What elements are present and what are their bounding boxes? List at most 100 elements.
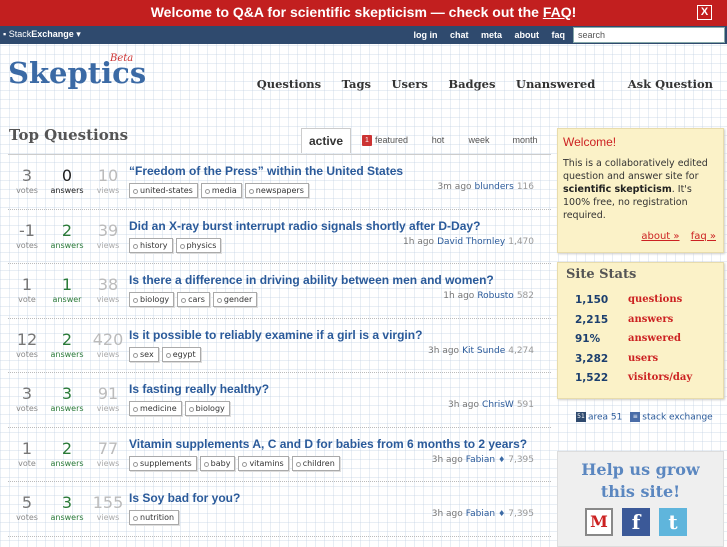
view-label: views: [96, 404, 120, 413]
tag[interactable]: vitamins: [238, 455, 289, 471]
question-title-link[interactable]: Is Soy bad for you?: [129, 491, 240, 505]
tag[interactable]: cars: [177, 292, 210, 307]
faq-link[interactable]: faq: [552, 30, 566, 40]
tag[interactable]: biology: [129, 292, 175, 307]
tab-featured[interactable]: 1 featured: [358, 128, 412, 152]
tab-month[interactable]: month: [509, 128, 541, 152]
question-title-link[interactable]: Is it possible to reliably examine if a …: [129, 328, 422, 342]
login-link[interactable]: log in: [413, 30, 437, 40]
nav-tags[interactable]: Tags: [342, 77, 371, 91]
moderator-diamond-icon: ♦: [498, 509, 506, 518]
tab-week[interactable]: week: [464, 128, 494, 152]
nav-badges[interactable]: Badges: [448, 77, 495, 91]
tag-list: supplements baby vitamins children: [129, 455, 343, 471]
stat-label[interactable]: answered: [628, 333, 681, 344]
answer-number: 1: [61, 275, 73, 294]
question-time[interactable]: 3h ago: [432, 509, 463, 519]
ask-question-button[interactable]: Ask Question: [628, 77, 713, 91]
question-time[interactable]: 1h ago: [443, 291, 474, 301]
tag[interactable]: history: [129, 237, 173, 253]
vote-number: 3: [21, 166, 33, 185]
brand-bold: Exchange: [31, 29, 74, 39]
question-title-link[interactable]: Is there a difference in driving ability…: [129, 273, 494, 287]
stackexchange-icon: ≡: [630, 412, 641, 422]
tag[interactable]: gender: [212, 292, 258, 307]
question-title-link[interactable]: Did an X-ray burst interrupt radio signa…: [129, 219, 480, 233]
user-link[interactable]: David Thornley: [437, 237, 505, 247]
tag-list: history physics: [129, 237, 224, 253]
stackexchange-menu[interactable]: ▪ StackExchange ▾: [3, 29, 81, 40]
question-title-link[interactable]: “Freedom of the Press” within the United…: [129, 164, 403, 178]
tag[interactable]: biology: [184, 401, 230, 416]
moderator-diamond-icon: ♦: [498, 454, 506, 464]
about-link[interactable]: about: [515, 30, 540, 40]
user-reputation: 7,395: [508, 454, 534, 465]
meta-link[interactable]: meta: [481, 30, 502, 40]
user-link[interactable]: Fabian: [466, 509, 495, 519]
user-link[interactable]: Robusto: [477, 291, 514, 301]
question-title-link[interactable]: Vitamin supplements A, C and D for babie…: [129, 437, 527, 451]
question-time[interactable]: 3h ago: [428, 346, 459, 356]
stat-label[interactable]: questions: [628, 294, 682, 305]
vote-number: 12: [16, 329, 38, 349]
search-input[interactable]: search: [573, 27, 725, 43]
nav-questions[interactable]: Questions: [257, 77, 321, 91]
stackexchange-link[interactable]: stack exchange: [642, 413, 712, 423]
faq-sidebar-link[interactable]: faq »: [691, 231, 716, 242]
tag[interactable]: supplements: [129, 455, 197, 471]
tag[interactable]: physics: [175, 237, 222, 253]
top-links: log in chat meta about faq: [404, 28, 565, 41]
chat-link[interactable]: chat: [450, 30, 469, 40]
close-icon[interactable]: X: [697, 5, 712, 20]
question-time[interactable]: 3m ago: [437, 182, 471, 192]
user-link[interactable]: blunders: [475, 182, 514, 192]
tag[interactable]: sex: [129, 346, 159, 362]
tag[interactable]: media: [200, 183, 242, 198]
user-reputation: 582: [516, 291, 534, 301]
notify-faq-link[interactable]: FAQ: [543, 4, 572, 20]
question-time[interactable]: 1h ago: [403, 237, 434, 247]
nav-users[interactable]: Users: [392, 77, 428, 91]
stat-label[interactable]: answers: [628, 314, 673, 325]
nav-unanswered[interactable]: Unanswered: [516, 77, 595, 91]
question-time[interactable]: 3h ago: [448, 400, 479, 410]
question-title-link[interactable]: Is fasting really healthy?: [129, 382, 269, 396]
question-meta: 3h ago ChrisW 591: [448, 400, 534, 410]
tab-active[interactable]: active: [301, 128, 351, 153]
user-link[interactable]: ChrisW: [482, 400, 514, 410]
view-number: 91: [97, 384, 119, 403]
gmail-icon[interactable]: M: [585, 508, 613, 536]
tag[interactable]: newspapers: [244, 183, 309, 198]
stat-label[interactable]: users: [628, 353, 658, 364]
stat-label[interactable]: visitors/day: [628, 372, 692, 383]
view-count: 91 views: [89, 385, 127, 414]
area51-link[interactable]: area 51: [588, 413, 622, 423]
about-sidebar-link[interactable]: about »: [641, 231, 679, 242]
answer-count: 2 answers: [48, 439, 86, 469]
main-nav: Questions Tags Users Badges Unanswered A…: [240, 77, 713, 91]
twitter-icon[interactable]: t: [659, 508, 687, 536]
tag-list: biology cars gender: [129, 292, 260, 307]
user-link[interactable]: Fabian: [466, 455, 495, 465]
tag[interactable]: children: [291, 455, 340, 471]
answer-label: answers: [50, 458, 84, 468]
tag[interactable]: nutrition: [129, 510, 180, 525]
welcome-text: This is a collaboratively edited questio…: [563, 157, 719, 222]
user-reputation: 1,470: [508, 236, 534, 247]
answer-count: 1 answer: [48, 276, 86, 305]
user-link[interactable]: Kit Sunde: [462, 346, 505, 356]
facebook-icon[interactable]: f: [622, 508, 650, 536]
vote-number: 5: [21, 493, 33, 512]
answer-count: 3 answers: [48, 385, 86, 414]
tag[interactable]: medicine: [129, 401, 182, 416]
tag[interactable]: united-states: [129, 183, 198, 198]
tag[interactable]: baby: [199, 455, 236, 471]
stat-row: 1,522 visitors/day: [558, 372, 723, 390]
tab-hot[interactable]: hot: [426, 128, 450, 152]
question-time[interactable]: 3h ago: [432, 455, 463, 465]
help-grow-box: Help us grow this site! M f t: [557, 451, 724, 547]
tag[interactable]: egypt: [161, 346, 201, 362]
question-meta: 3h ago Kit Sunde 4,274: [428, 346, 534, 356]
question-meta: 3h ago Fabian ♦ 7,395: [432, 455, 534, 465]
vote-label: votes: [16, 186, 38, 195]
